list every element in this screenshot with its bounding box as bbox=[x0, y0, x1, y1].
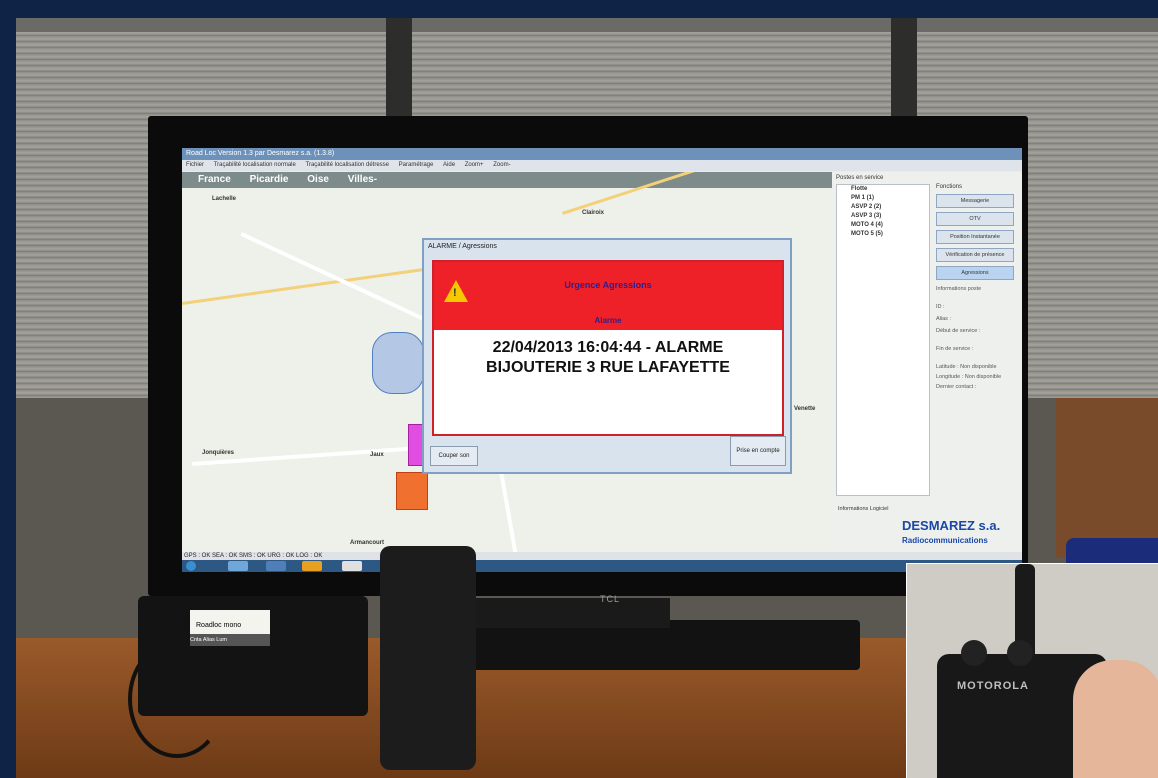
aggressions-button[interactable]: Agressions bbox=[936, 266, 1014, 280]
info-row: Début de service : bbox=[936, 328, 981, 334]
alert-heading: Urgence Agressions bbox=[564, 280, 652, 290]
tree-unit[interactable]: ASVP 3 (3) bbox=[837, 212, 929, 221]
town-label: Lachelle bbox=[212, 196, 237, 202]
menu-item[interactable]: Traçabilité localisation détresse bbox=[306, 162, 389, 168]
radio-brand: MOTOROLA bbox=[957, 680, 1029, 692]
tree-unit[interactable]: PM 1 (1) bbox=[837, 194, 929, 203]
brand-name: DESMAREZ s.a. bbox=[902, 518, 1001, 533]
presence-check-button[interactable]: Vérification de présence bbox=[936, 248, 1014, 262]
alert-header: ! Urgence Agressions Alarme bbox=[434, 262, 782, 330]
alert-message-line1: 22/04/2013 16:04:44 - ALARME bbox=[492, 339, 724, 356]
info-row: ID : bbox=[936, 304, 945, 310]
taskbar-app-icon[interactable] bbox=[228, 561, 248, 571]
ceiling bbox=[16, 18, 1158, 32]
tree-unit[interactable]: MOTO 5 (5) bbox=[837, 230, 929, 239]
acknowledge-button[interactable]: Prise en compte bbox=[730, 436, 786, 466]
info-row: Latitude : Non disponible bbox=[936, 364, 997, 370]
town-label: Venette bbox=[794, 406, 816, 412]
breadcrumb-france[interactable]: France bbox=[198, 174, 231, 185]
menu-item[interactable]: Zoom+ bbox=[465, 162, 484, 168]
breadcrumb-villes[interactable]: Villes- bbox=[348, 174, 377, 185]
tree-unit[interactable]: ASVP 2 (2) bbox=[837, 203, 929, 212]
alarm-dialog: ALARME / Agressions ! Urgence Agressions… bbox=[422, 238, 792, 474]
position-button[interactable]: Position Instantanée bbox=[936, 230, 1014, 244]
urban-area bbox=[372, 332, 424, 394]
status-bar: GPS : OK SEA : OK SMS : OK URG : OK LOG … bbox=[182, 552, 1022, 560]
hand bbox=[1073, 660, 1158, 778]
info-row: Longitude : Non disponible bbox=[936, 374, 1002, 380]
roadloc-app-screen: Road Loc Version 1.3 par Desmarez s.a. (… bbox=[182, 148, 1022, 572]
zone-marker bbox=[396, 472, 428, 510]
menu-item[interactable]: Traçabilité localisation normale bbox=[214, 162, 296, 168]
alert-subheading: Alarme bbox=[594, 316, 622, 325]
microphone-holder bbox=[380, 546, 476, 770]
info-row: Fin de service : bbox=[936, 346, 974, 352]
functions-title: Fonctions bbox=[936, 184, 963, 190]
alert-message: 22/04/2013 16:04:44 - ALARME BIJOUTERIE … bbox=[434, 338, 782, 378]
otv-button[interactable]: OTV bbox=[936, 212, 1014, 226]
handheld-radio-inset: MOTOROLA bbox=[906, 563, 1158, 778]
info-row: Dernier contact : bbox=[936, 384, 977, 390]
map-breadcrumb: France Picardie Oise Villes- bbox=[182, 172, 832, 188]
right-panel: Postes en service Flotte PM 1 (1) ASVP 2… bbox=[832, 172, 1022, 552]
alert-message-line2: BIJOUTERIE 3 RUE LAFAYETTE bbox=[486, 359, 730, 376]
menu-item[interactable]: Zoom- bbox=[493, 162, 510, 168]
menu-item[interactable]: Aide bbox=[443, 162, 455, 168]
menu-item[interactable]: Paramétrage bbox=[399, 162, 434, 168]
breadcrumb-oise[interactable]: Oise bbox=[307, 174, 329, 185]
breadcrumb-picardie[interactable]: Picardie bbox=[250, 174, 289, 185]
messaging-button[interactable]: Messagerie bbox=[936, 194, 1014, 208]
tv-brand: TCL bbox=[600, 594, 621, 604]
radio-display-line: Roadloc mono bbox=[196, 622, 242, 629]
menu-item[interactable]: Fichier bbox=[186, 162, 204, 168]
taskbar-app-icon[interactable] bbox=[342, 561, 362, 571]
info-row: Alias : bbox=[936, 316, 951, 322]
mute-button[interactable]: Couper son bbox=[430, 446, 478, 466]
taskbar-app-icon[interactable] bbox=[266, 561, 286, 571]
town-label: Jonquières bbox=[202, 450, 235, 456]
radio-display: Roadloc mono Cnta Alias Lum bbox=[190, 610, 270, 646]
taskbar bbox=[182, 560, 1022, 572]
dialog-title: ALARME / Agressions bbox=[428, 243, 497, 250]
radio-knob bbox=[961, 640, 987, 666]
brand-subtitle: Radiocommunications bbox=[902, 536, 988, 545]
tree-root[interactable]: Flotte bbox=[837, 185, 929, 194]
town-label: Clairoix bbox=[582, 210, 605, 216]
alert-box: ! Urgence Agressions Alarme 22/04/2013 1… bbox=[432, 260, 784, 436]
start-icon[interactable] bbox=[186, 561, 196, 571]
mobile-radio: Roadloc mono Cnta Alias Lum bbox=[138, 596, 368, 716]
town-label: Jaux bbox=[370, 452, 384, 458]
info-title: Informations poste bbox=[936, 286, 982, 292]
tv-stand bbox=[470, 598, 670, 628]
tree-unit[interactable]: MOTO 4 (4) bbox=[837, 221, 929, 230]
fleet-title: Postes en service bbox=[836, 175, 884, 181]
radio-softkeys: Cnta Alias Lum bbox=[190, 634, 270, 646]
log-title: Informations Logiciel bbox=[838, 506, 889, 512]
menu-bar: Fichier Traçabilité localisation normale… bbox=[182, 160, 1022, 171]
fleet-tree: Flotte PM 1 (1) ASVP 2 (2) ASVP 3 (3) MO… bbox=[836, 184, 930, 496]
wooden-wall bbox=[1056, 398, 1158, 558]
town-label: Armancourt bbox=[350, 540, 385, 546]
taskbar-app-icon[interactable] bbox=[302, 561, 322, 571]
window-title: Road Loc Version 1.3 par Desmarez s.a. (… bbox=[182, 148, 1022, 160]
photo-scene: TCL Road Loc Version 1.3 par Desmarez s.… bbox=[0, 0, 1158, 778]
radio-knob bbox=[1007, 640, 1033, 666]
